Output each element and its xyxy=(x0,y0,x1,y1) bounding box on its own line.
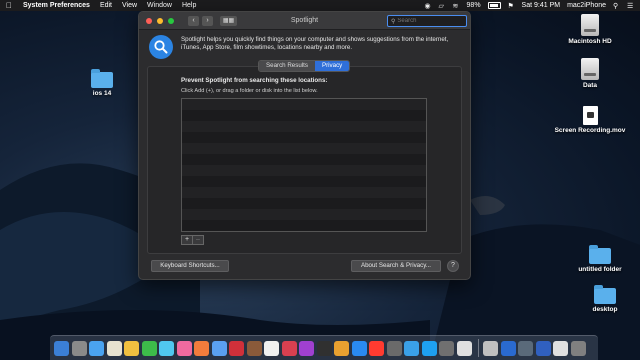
dock-app-icon[interactable] xyxy=(176,340,192,356)
dock-app-icon[interactable] xyxy=(500,340,516,356)
tab-privacy[interactable]: Privacy xyxy=(314,61,350,71)
list-row[interactable] xyxy=(182,121,426,132)
control-center-icon[interactable]: ☰ xyxy=(627,2,634,10)
user-name[interactable]: mac2iPhone xyxy=(567,2,606,9)
prevent-hint: Click Add (+), or drag a folder or disk … xyxy=(181,88,318,94)
excluded-locations-list[interactable] xyxy=(181,98,427,232)
spotlight-icon[interactable]: ⚲ xyxy=(613,2,620,10)
dock-app-icon[interactable] xyxy=(194,340,209,356)
list-row[interactable] xyxy=(182,198,426,209)
desktop-icon-screen-recording[interactable]: Screen Recording.mov xyxy=(550,106,630,134)
dock-app-icon[interactable] xyxy=(264,340,279,356)
list-row[interactable] xyxy=(182,132,426,143)
dock-app-icon[interactable] xyxy=(281,340,297,356)
spotlight-preferences-window: ‹ › ▦▦ Spotlight ⚲ Spotlight helps you q… xyxy=(138,11,471,280)
dock-app-icon[interactable] xyxy=(483,340,498,356)
flag-icon[interactable]: ⚑ xyxy=(508,2,515,10)
battery-percent: 98% xyxy=(466,2,481,9)
list-row[interactable] xyxy=(182,176,426,187)
dock-app-icon[interactable] xyxy=(299,340,314,356)
zoom-button[interactable] xyxy=(168,17,174,24)
list-row[interactable] xyxy=(182,99,426,110)
drive-icon xyxy=(581,14,599,36)
remove-location-button[interactable]: – xyxy=(193,235,204,245)
close-button[interactable] xyxy=(146,17,152,24)
tab-control: Search Results Privacy xyxy=(258,60,351,72)
dock-app-icon[interactable] xyxy=(211,340,227,356)
minimize-button[interactable] xyxy=(157,17,163,24)
battery-icon[interactable] xyxy=(487,2,501,9)
list-row[interactable] xyxy=(182,154,426,165)
dock-app-icon[interactable] xyxy=(89,340,104,356)
preferences-search-field[interactable]: ⚲ xyxy=(387,15,467,27)
tab-search-results[interactable]: Search Results xyxy=(259,61,315,71)
list-row[interactable] xyxy=(182,110,426,121)
dock-app-icon[interactable] xyxy=(316,340,332,356)
window-titlebar[interactable]: ‹ › ▦▦ Spotlight ⚲ xyxy=(139,12,470,30)
desktop-icon-data[interactable]: Data xyxy=(550,58,630,89)
prevent-heading: Prevent Spotlight from searching these l… xyxy=(181,77,328,84)
dock-app-icon[interactable] xyxy=(334,340,349,356)
help-button[interactable]: ? xyxy=(447,260,459,272)
menu-view[interactable]: View xyxy=(122,2,137,9)
dock-app-icon[interactable] xyxy=(229,340,244,356)
folder-icon xyxy=(594,285,616,304)
desktop-icon-untitled-folder[interactable]: untitled folder xyxy=(560,245,640,273)
search-icon: ⚲ xyxy=(391,18,396,25)
drive-icon xyxy=(581,58,599,80)
clock[interactable]: Sat 9:41 PM xyxy=(522,2,561,9)
about-search-privacy-button[interactable]: About Search & Privacy... xyxy=(351,260,441,272)
list-row[interactable] xyxy=(182,187,426,198)
show-all-button[interactable]: ▦▦ xyxy=(220,15,237,26)
dock-app-icon[interactable] xyxy=(54,340,69,356)
dock-app-icon[interactable] xyxy=(351,340,367,356)
dock-app-icon[interactable] xyxy=(518,340,533,356)
folder-icon xyxy=(91,69,113,88)
spotlight-app-icon xyxy=(149,35,173,59)
dock-app-icon[interactable] xyxy=(246,340,262,356)
dock xyxy=(50,335,598,360)
search-input[interactable] xyxy=(397,18,458,24)
dock-app-icon[interactable] xyxy=(570,340,586,356)
list-row[interactable] xyxy=(182,143,426,154)
dock-separator xyxy=(478,339,479,357)
menu-window[interactable]: Window xyxy=(147,2,172,9)
desktop-icon-desktop[interactable]: desktop xyxy=(565,285,640,313)
dock-app-icon[interactable] xyxy=(404,340,419,356)
wifi-icon[interactable]: ≋ xyxy=(453,2,460,10)
dock-app-icon[interactable] xyxy=(141,340,157,356)
dock-app-icon[interactable] xyxy=(124,340,139,356)
forward-button[interactable]: › xyxy=(202,15,213,26)
desktop-icon-ios-14[interactable]: ios 14 xyxy=(62,69,142,97)
list-row[interactable] xyxy=(182,165,426,176)
dock-app-icon[interactable] xyxy=(369,340,384,356)
menu-help[interactable]: Help xyxy=(182,2,196,9)
airplay-icon[interactable]: ▱ xyxy=(439,2,446,10)
dock-app-icon[interactable] xyxy=(386,340,402,356)
apple-menu-icon[interactable]:  xyxy=(6,1,15,10)
dock-app-icon[interactable] xyxy=(421,340,437,356)
dock-app-icon[interactable] xyxy=(535,340,551,356)
dock-app-icon[interactable] xyxy=(106,340,122,356)
keyboard-shortcuts-button[interactable]: Keyboard Shortcuts... xyxy=(151,260,229,272)
dock-app-icon[interactable] xyxy=(456,340,472,356)
record-icon[interactable]: ◉ xyxy=(425,2,432,10)
spotlight-description: Spotlight helps you quickly find things … xyxy=(181,36,449,51)
add-location-button[interactable]: + xyxy=(181,235,193,245)
movie-file-icon xyxy=(582,106,598,125)
back-button[interactable]: ‹ xyxy=(188,15,199,26)
folder-icon xyxy=(589,245,611,264)
desktop-icon-macintosh-hd[interactable]: Macintosh HD xyxy=(550,14,630,45)
dock-app-icon[interactable] xyxy=(553,340,568,356)
list-row[interactable] xyxy=(182,220,426,231)
dock-app-icon[interactable] xyxy=(439,340,454,356)
add-remove-controls: + – xyxy=(181,235,204,245)
menu-edit[interactable]: Edit xyxy=(100,2,112,9)
list-row[interactable] xyxy=(182,209,426,220)
menu-app-name[interactable]: System Preferences xyxy=(23,2,90,9)
dock-app-icon[interactable] xyxy=(71,340,87,356)
dock-app-icon[interactable] xyxy=(159,340,174,356)
menu-bar:  System Preferences Edit View Window He… xyxy=(0,0,640,11)
